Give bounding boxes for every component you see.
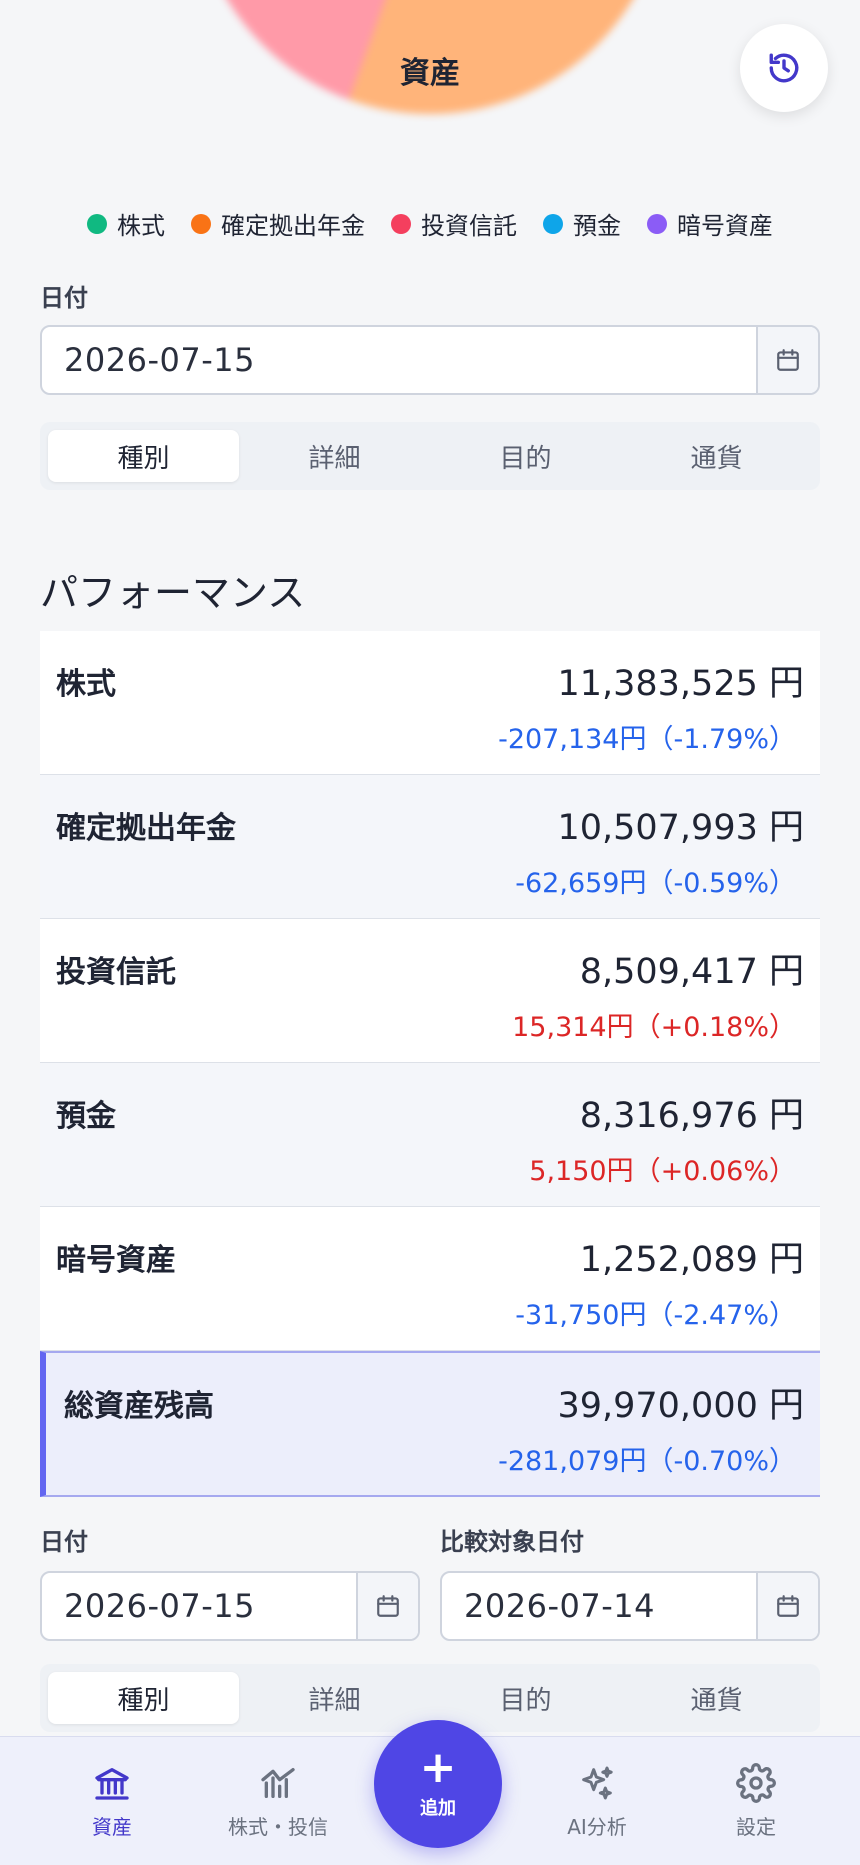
add-button[interactable]: + 追加 xyxy=(374,1720,502,1848)
legend-dot xyxy=(87,213,107,234)
compare-date-label: 比較対象日付 xyxy=(440,1528,584,1556)
pie-center-label: 資産 xyxy=(400,56,460,91)
performance-title: パフォーマンス xyxy=(40,571,306,615)
calendar-icon xyxy=(777,1595,799,1617)
calendar-icon xyxy=(777,349,799,371)
nav-label: 資産 xyxy=(92,1814,132,1839)
nav-label: 設定 xyxy=(736,1814,776,1839)
row-diff: -207,134円（-1.79%） xyxy=(498,724,796,755)
nav-label: AI分析 xyxy=(567,1814,627,1839)
compare-date-field[interactable]: 2026-07-14 xyxy=(440,1571,820,1641)
nav-item-ai-analysis[interactable]: AI分析 xyxy=(547,1737,647,1865)
chart-legend: 株式 確定拠出年金 投資信託 預金 暗号資産 xyxy=(0,206,860,241)
row-name: 株式 xyxy=(56,667,116,702)
history-button[interactable] xyxy=(740,24,828,112)
calendar-button[interactable] xyxy=(356,1573,418,1639)
date-label: 日付 xyxy=(40,284,88,312)
row-name: 預金 xyxy=(56,1099,116,1134)
table-row: 確定拠出年金 10,507,993 円 -62,659円（-0.59%） xyxy=(40,775,820,919)
tab-detail[interactable]: 詳細 xyxy=(239,430,430,482)
tab-type[interactable]: 種別 xyxy=(48,430,239,482)
row-amount: 8,509,417 円 xyxy=(579,952,804,992)
grouping-tabs: 種別 詳細 目的 通貨 xyxy=(40,422,820,490)
legend-item-crypto: 暗号資産 xyxy=(647,206,773,241)
nav-item-stocks[interactable]: 株式・投信 xyxy=(218,1737,338,1865)
plus-icon: + xyxy=(419,1742,457,1793)
table-row: 株式 11,383,525 円 -207,134円（-1.79%） xyxy=(40,631,820,775)
tab-detail[interactable]: 詳細 xyxy=(239,1672,430,1724)
tab-purpose[interactable]: 目的 xyxy=(430,1672,621,1724)
row-amount: 10,507,993 円 xyxy=(557,808,804,848)
compare-date-value: 2026-07-14 xyxy=(464,1587,655,1625)
nav-label: 株式・投信 xyxy=(228,1814,328,1839)
nav-item-settings[interactable]: 設定 xyxy=(706,1737,806,1865)
stock-chart-icon xyxy=(261,1767,295,1798)
legend-dot xyxy=(391,213,411,234)
row-amount: 11,383,525 円 xyxy=(557,664,804,704)
legend-item-stocks: 株式 xyxy=(87,206,165,241)
row-name: 投資信託 xyxy=(56,955,176,990)
tab-purpose[interactable]: 目的 xyxy=(430,430,621,482)
tab-type[interactable]: 種別 xyxy=(48,1672,239,1724)
date-value: 2026-07-15 xyxy=(64,341,255,379)
date-label: 日付 xyxy=(40,1528,88,1556)
legend-dot xyxy=(543,213,563,234)
performance-table: 株式 11,383,525 円 -207,134円（-1.79%） 確定拠出年金… xyxy=(40,631,820,1497)
tab-currency[interactable]: 通貨 xyxy=(621,1672,812,1724)
table-row: 暗号資産 1,252,089 円 -31,750円（-2.47%） xyxy=(40,1207,820,1351)
row-amount: 8,316,976 円 xyxy=(579,1096,804,1136)
row-diff: 15,314円（+0.18%） xyxy=(512,1012,796,1043)
nav-item-assets[interactable]: 資産 xyxy=(62,1737,162,1865)
total-name: 総資産残高 xyxy=(64,1389,214,1424)
legend-item-funds: 投資信託 xyxy=(391,206,517,241)
table-row: 投資信託 8,509,417 円 15,314円（+0.18%） xyxy=(40,919,820,1063)
date-field[interactable]: 2026-07-15 xyxy=(40,1571,420,1641)
date-field[interactable]: 2026-07-15 xyxy=(40,325,820,395)
legend-item-pension: 確定拠出年金 xyxy=(191,206,365,241)
row-name: 確定拠出年金 xyxy=(56,811,236,846)
legend-item-deposits: 預金 xyxy=(543,206,621,241)
total-diff: -281,079円（-0.70%） xyxy=(498,1446,796,1477)
row-name: 暗号資産 xyxy=(56,1243,176,1278)
table-row: 預金 8,316,976 円 5,150円（+0.06%） xyxy=(40,1063,820,1207)
asset-pie-chart: 資産 xyxy=(0,0,860,140)
bank-icon xyxy=(95,1767,129,1800)
gear-icon xyxy=(736,1762,776,1803)
row-amount: 1,252,089 円 xyxy=(579,1240,804,1280)
history-icon xyxy=(769,53,799,83)
add-button-label: 追加 xyxy=(420,1798,456,1819)
total-row: 総資産残高 39,970,000 円 -281,079円（-0.70%） xyxy=(40,1351,820,1497)
calendar-icon xyxy=(377,1595,399,1617)
calendar-button[interactable] xyxy=(756,327,818,393)
total-amount: 39,970,000 円 xyxy=(557,1386,804,1426)
row-diff: 5,150円（+0.06%） xyxy=(529,1156,796,1187)
row-diff: -62,659円（-0.59%） xyxy=(515,868,796,899)
sparkles-icon xyxy=(582,1766,613,1799)
calendar-button[interactable] xyxy=(756,1573,818,1639)
row-diff: -31,750円（-2.47%） xyxy=(515,1300,796,1331)
legend-dot xyxy=(191,213,211,234)
date-value: 2026-07-15 xyxy=(64,1587,255,1625)
tab-currency[interactable]: 通貨 xyxy=(621,430,812,482)
legend-dot xyxy=(647,213,667,234)
